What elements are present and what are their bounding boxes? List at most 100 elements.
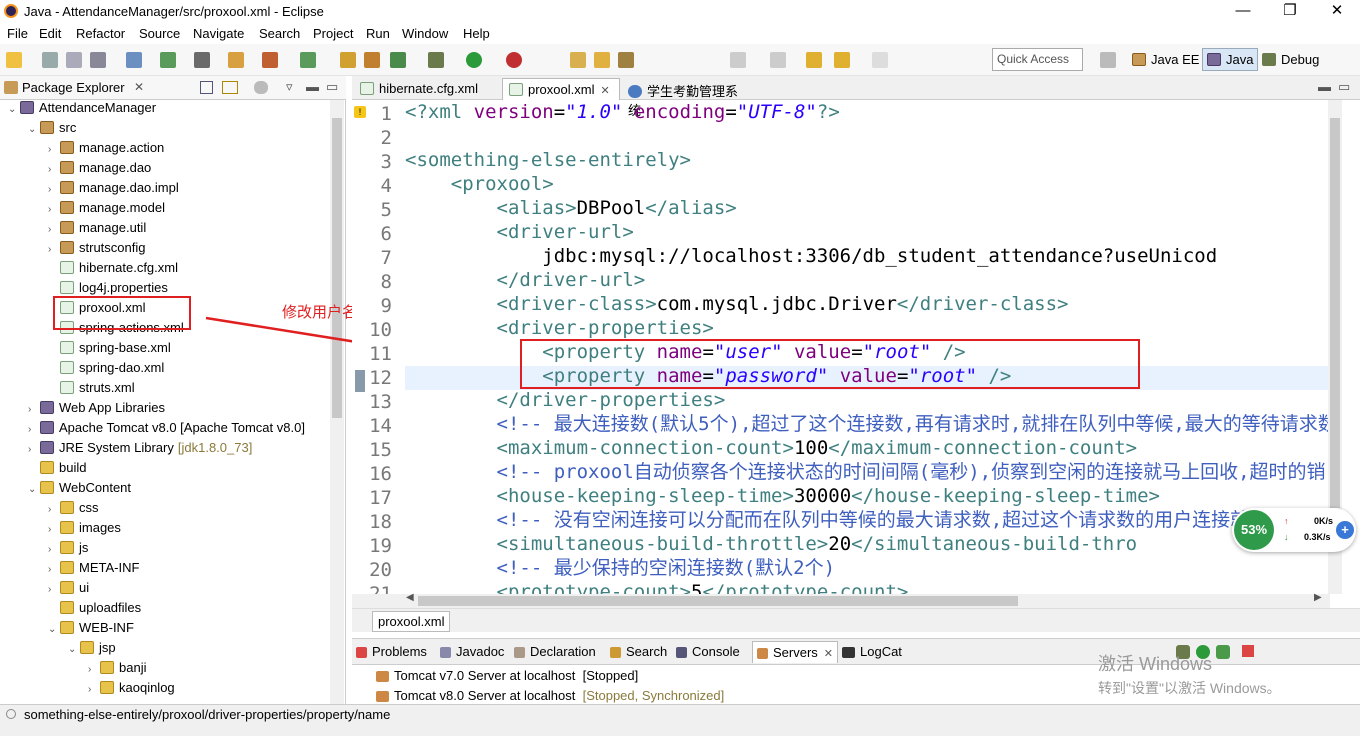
collapsed-chevron-icon[interactable]: › [48, 524, 60, 535]
expanded-chevron-icon[interactable]: ⌄ [8, 104, 20, 115]
new-package-icon[interactable] [364, 52, 380, 68]
refresh-icon[interactable] [390, 52, 406, 68]
tree-item[interactable]: › META-INF [48, 560, 139, 580]
expanded-chevron-icon[interactable]: ⌄ [68, 644, 80, 655]
collapsed-chevron-icon[interactable]: › [48, 204, 60, 215]
network-speed-widget[interactable]: 53% ↑ 0K/s ↓ 0.3K/s + [1232, 508, 1356, 552]
tree-item[interactable]: › manage.dao [48, 160, 151, 180]
tab-logcat[interactable]: LogCat [842, 644, 902, 659]
minimize-button[interactable]: — [1220, 0, 1266, 24]
filter-icon[interactable] [254, 81, 268, 94]
collapsed-chevron-icon[interactable]: › [48, 544, 60, 555]
open-type-icon[interactable] [228, 52, 244, 68]
collapsed-chevron-icon[interactable]: › [48, 184, 60, 195]
menu-window[interactable]: Window [402, 26, 448, 41]
warning-marker-icon[interactable]: ! [354, 106, 366, 118]
tree-item[interactable]: › css [48, 500, 99, 520]
build-icon[interactable] [160, 52, 176, 68]
tree-item[interactable]: › JRE System Library [jdk1.8.0_73] [28, 440, 252, 460]
next-annotation-icon[interactable] [730, 52, 746, 68]
tree-item[interactable]: struts.xml [48, 380, 135, 400]
explorer-scrollbar[interactable] [330, 100, 344, 704]
folder-icon[interactable] [594, 52, 610, 68]
editor-hscrollbar[interactable]: ◀ ▶ [352, 592, 1330, 608]
tree-item[interactable]: spring-base.xml [48, 340, 171, 360]
terminal-icon[interactable] [126, 52, 142, 68]
print-icon[interactable] [90, 52, 106, 68]
editor-hscroll-thumb[interactable] [418, 596, 1018, 606]
collapse-all-icon[interactable] [200, 81, 213, 94]
new-icon[interactable] [6, 52, 22, 68]
open-perspective-icon[interactable] [1100, 52, 1116, 68]
collapsed-chevron-icon[interactable]: › [48, 164, 60, 175]
tab-hibernate-cfg[interactable]: hibernate.cfg.xml [354, 78, 498, 100]
new-class-icon[interactable] [340, 52, 356, 68]
tree-item[interactable]: ⌄ jsp [68, 640, 116, 660]
quick-access-input[interactable]: Quick Access [992, 48, 1083, 71]
tab-search[interactable]: Search [610, 644, 667, 659]
server-icon[interactable] [194, 52, 210, 68]
tree-item[interactable]: › manage.action [48, 140, 164, 160]
pen-icon[interactable] [618, 52, 634, 68]
minimize-view-icon[interactable]: ▬ [306, 79, 319, 94]
menu-navigate[interactable]: Navigate [193, 26, 244, 41]
tab-attendance-web[interactable]: 学生考勤管理系统 [622, 78, 752, 118]
tree-item[interactable]: › ui [48, 580, 89, 600]
tab-declaration[interactable]: Declaration [514, 644, 596, 659]
tree-item[interactable]: ⌄ src [28, 120, 76, 140]
tree-item[interactable]: build [28, 460, 86, 480]
perspective-debug[interactable]: Debug [1262, 52, 1319, 67]
collapsed-chevron-icon[interactable]: › [28, 424, 40, 435]
menu-file[interactable]: File [7, 26, 28, 41]
run-icon[interactable] [466, 52, 482, 68]
collapsed-chevron-icon[interactable]: › [48, 224, 60, 235]
close-tab-icon[interactable]: ✕ [824, 648, 833, 660]
menu-refactor[interactable]: Refactor [76, 26, 125, 41]
tab-javadoc[interactable]: Javadoc [440, 644, 504, 659]
scroll-right-icon[interactable]: ▶ [1314, 592, 1322, 603]
menu-search[interactable]: Search [259, 26, 300, 41]
menu-help[interactable]: Help [463, 26, 490, 41]
tree-item[interactable]: ⌄ WEB-INF [48, 620, 134, 640]
menu-source[interactable]: Source [139, 26, 180, 41]
collapsed-chevron-icon[interactable]: › [48, 584, 60, 595]
tree-item[interactable]: ⌄ AttendanceManager [8, 100, 156, 120]
debug-icon[interactable] [428, 52, 444, 68]
check-icon[interactable] [300, 52, 316, 68]
tab-proxool[interactable]: proxool.xml ✕ [502, 78, 620, 100]
tab-servers[interactable]: Servers ✕ [752, 641, 839, 663]
tab-problems[interactable]: Problems [356, 644, 427, 659]
link-editor-icon[interactable] [222, 81, 238, 94]
tree-item[interactable]: uploadfiles [48, 600, 141, 620]
editor-minimize-icon[interactable]: ▬ [1318, 79, 1331, 94]
back-icon[interactable] [834, 52, 850, 68]
view-menu-icon[interactable]: ▿ [286, 79, 293, 95]
tree-item[interactable]: › manage.util [48, 220, 146, 240]
close-tab-icon[interactable]: ✕ [600, 85, 609, 97]
server-row[interactable]: Tomcat v8.0 Server at localhost [Stopped… [376, 688, 724, 703]
tree-item[interactable]: › banji [88, 660, 146, 680]
tree-item[interactable]: › strutsconfig [48, 240, 145, 260]
open-folder-icon[interactable] [570, 52, 586, 68]
collapsed-chevron-icon[interactable]: › [48, 564, 60, 575]
tree-item[interactable]: › Web App Libraries [28, 400, 165, 420]
tab-console[interactable]: Console [676, 644, 740, 659]
expanded-chevron-icon[interactable]: ⌄ [28, 124, 40, 135]
editor-maximize-icon[interactable]: ▭ [1338, 79, 1350, 95]
editor-vscroll-thumb[interactable] [1330, 118, 1340, 508]
server-row[interactable]: Tomcat v7.0 Server at localhost [Stopped… [376, 668, 638, 683]
package-explorer-tab[interactable]: Package Explorer ✕ ▿ ▬ ▭ [0, 76, 346, 100]
explorer-scroll-thumb[interactable] [332, 118, 342, 418]
expanded-chevron-icon[interactable]: ⌄ [28, 484, 40, 495]
collapsed-chevron-icon[interactable]: › [88, 664, 100, 675]
perspective-java-ee[interactable]: Java EE [1132, 52, 1199, 67]
external-tools-icon[interactable] [506, 52, 522, 68]
tree-item[interactable]: › kaoqinlog [88, 680, 175, 700]
collapsed-chevron-icon[interactable]: › [28, 404, 40, 415]
deploy-icon[interactable] [262, 52, 278, 68]
tree-item[interactable]: › js [48, 540, 88, 560]
menu-run[interactable]: Run [366, 26, 390, 41]
tree-item[interactable]: › manage.model [48, 200, 165, 220]
collapsed-chevron-icon[interactable]: › [28, 444, 40, 455]
forward-icon[interactable] [872, 52, 888, 68]
